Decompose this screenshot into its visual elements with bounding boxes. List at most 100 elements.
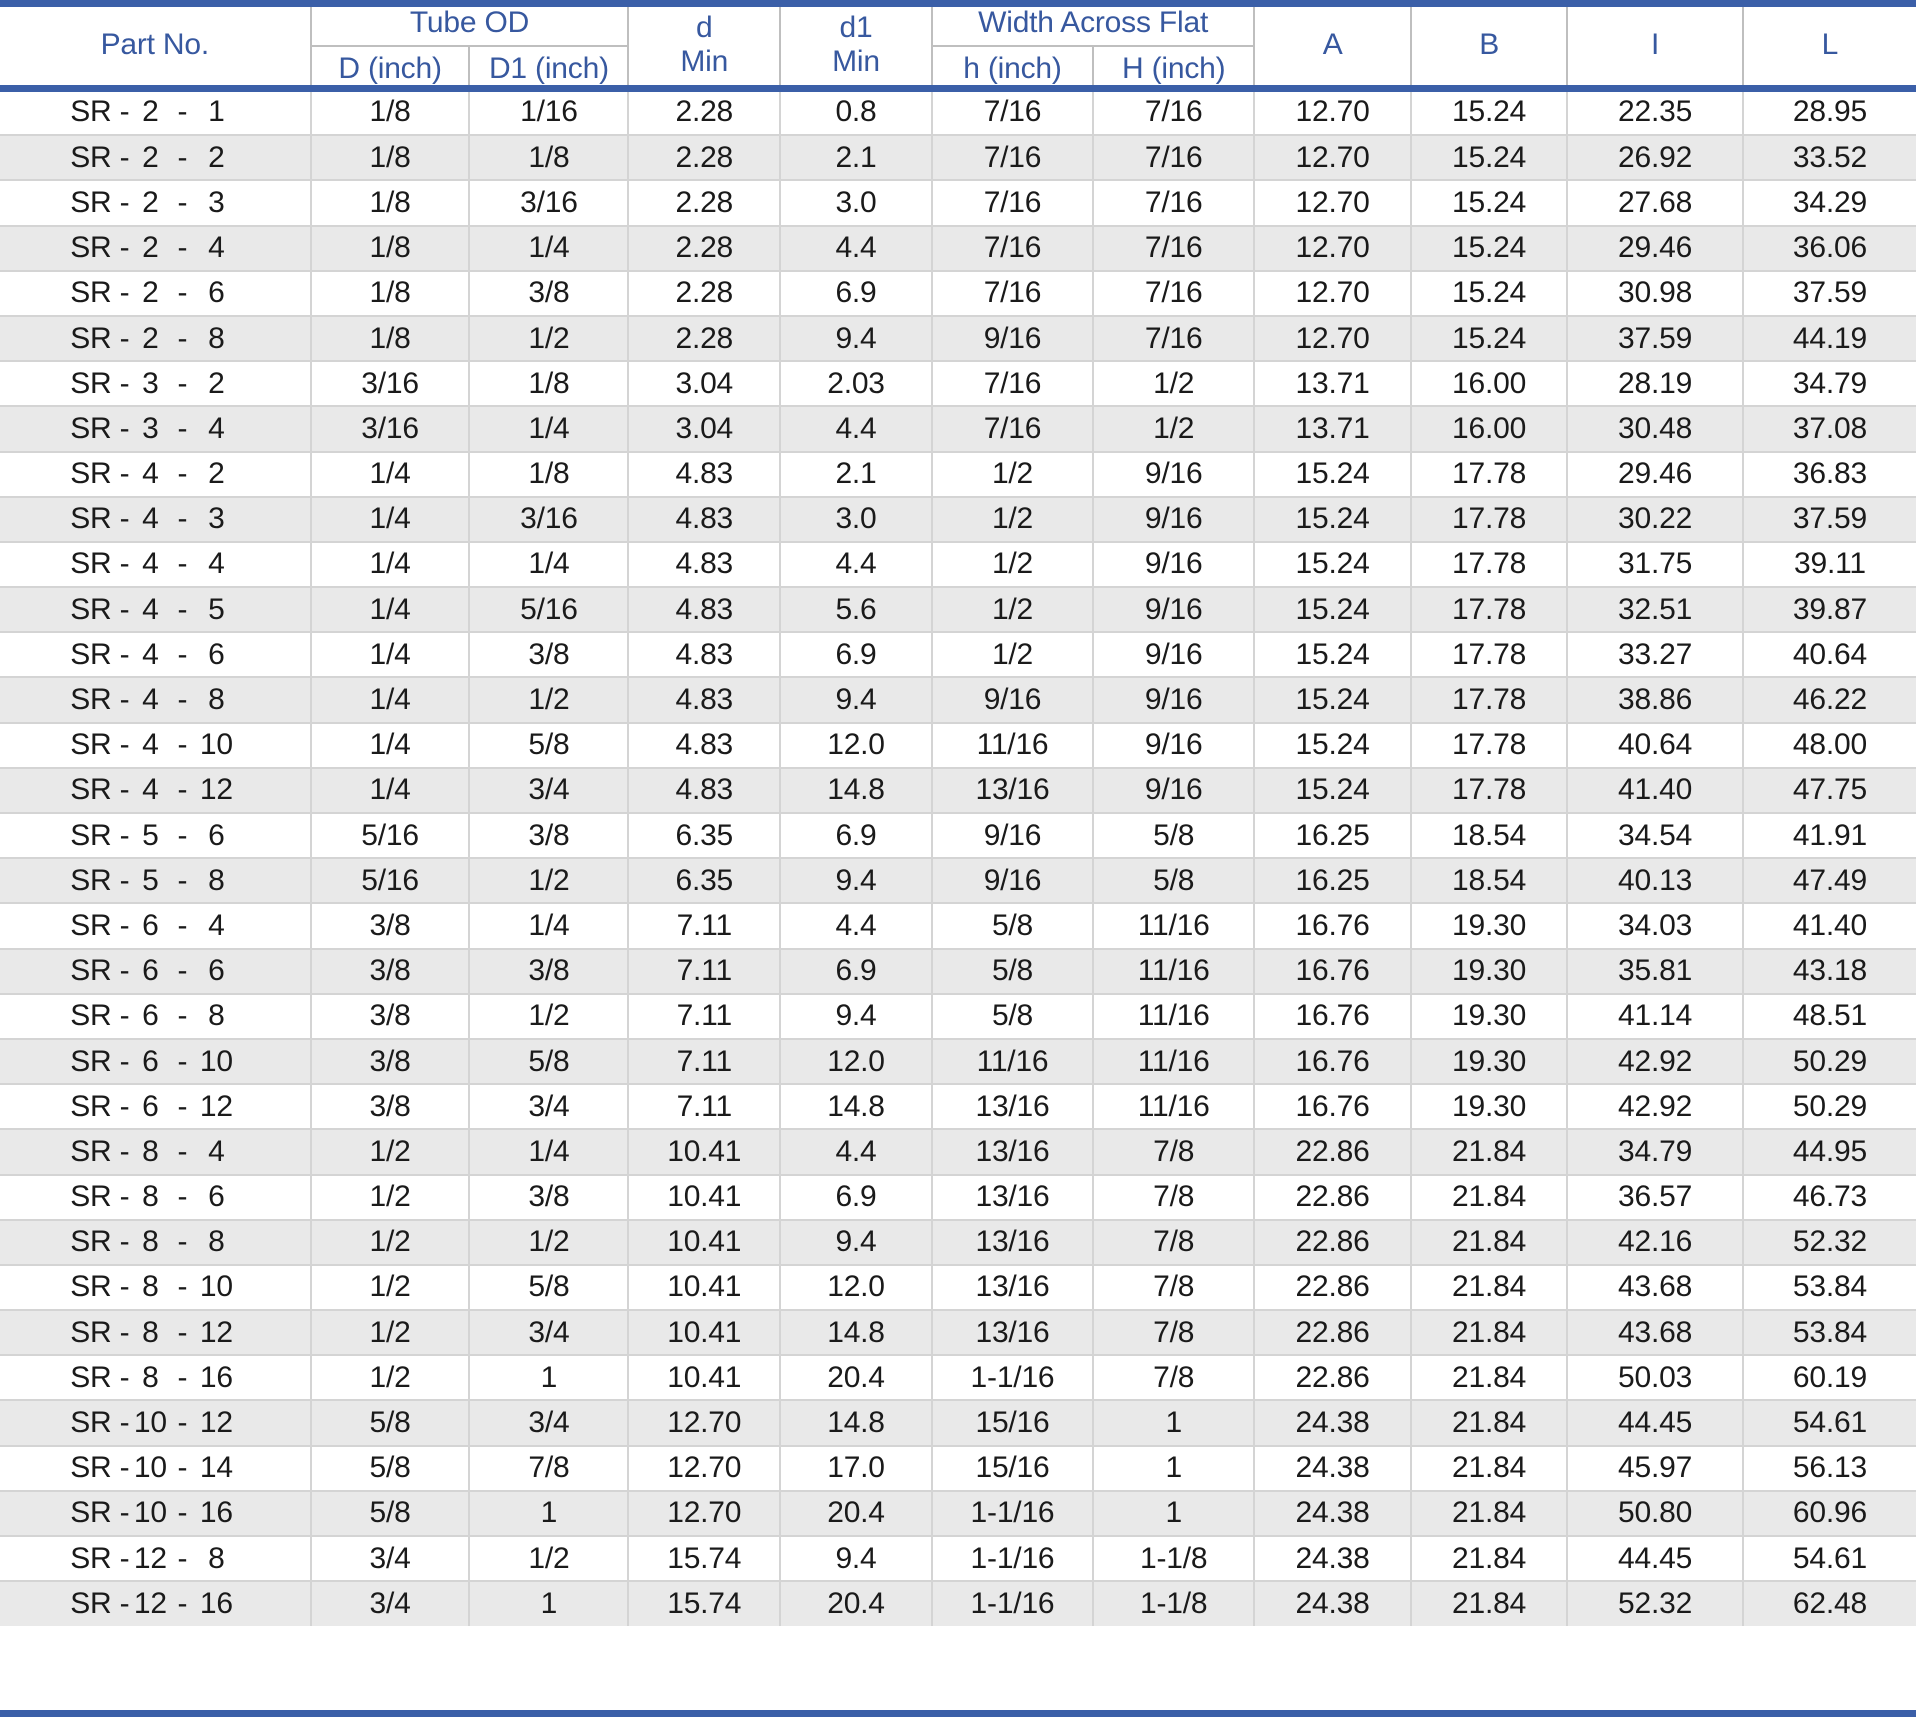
cell-tube-od-d: 3/8	[309, 1083, 470, 1130]
cell-b: 21.84	[1409, 1580, 1568, 1627]
cell-b: 21.84	[1409, 1489, 1568, 1536]
cell-d1-min: 3.0	[779, 495, 932, 542]
table-body: SR -2-1 1/8 1/16 2.28 0.8 7/16 7/16 12.70 15.24 2…	[0, 90, 1916, 1627]
cell-part-no: SR -10-12	[0, 1399, 311, 1446]
table-row: SR -10-14 5/8 7/8 12.70 17.0 15/16 1 24.38 21.84…	[0, 1444, 1916, 1491]
cell-d1-min: 12.0	[779, 1037, 932, 1085]
cell-part-no: SR -6-12	[0, 1083, 311, 1130]
table-row: SR -8-16 1/2 1 10.41 20.4 1-1/16 7/8 22.86 21.84…	[0, 1354, 1916, 1401]
cell-waf-h-lower: 1/2	[930, 631, 1094, 678]
cell-tube-od-d: 3/4	[309, 1580, 470, 1627]
cell-tube-od-d1: 7/8	[468, 1444, 629, 1491]
cell-tube-od-d1: 1/4	[468, 902, 629, 949]
cell-d-min: 10.41	[627, 1354, 781, 1401]
cell-d-min: 6.35	[627, 811, 781, 859]
cell-b: 17.78	[1409, 676, 1568, 723]
cell-a: 24.38	[1253, 1534, 1411, 1582]
cell-a: 24.38	[1253, 1399, 1411, 1446]
cell-d-min: 2.28	[627, 224, 781, 271]
cell-b: 17.78	[1409, 495, 1568, 542]
cell-a: 22.86	[1253, 1173, 1411, 1220]
header-d-label: d	[696, 11, 713, 44]
cell-part-no: SR -4-6	[0, 631, 311, 678]
cell-part-no: SR -4-10	[0, 721, 311, 768]
cell-l: 37.59	[1741, 269, 1916, 316]
cell-waf-h-upper: 9/16	[1092, 676, 1255, 723]
table-row: SR -4-2 1/4 1/8 4.83 2.1 1/2 9/16 15.24 17.78 29.…	[0, 450, 1916, 497]
cell-d1-min: 20.4	[779, 1489, 932, 1536]
cell-b: 21.84	[1409, 1444, 1568, 1491]
cell-d1-min: 14.8	[779, 1083, 932, 1130]
cell-d-min: 2.28	[627, 134, 781, 181]
cell-l: 36.06	[1741, 224, 1916, 271]
cell-waf-h-lower: 7/16	[930, 224, 1094, 271]
cell-waf-h-lower: 9/16	[930, 676, 1094, 723]
cell-a: 12.70	[1253, 224, 1411, 271]
cell-tube-od-d1: 3/8	[468, 269, 629, 316]
cell-waf-h-upper: 7/16	[1092, 90, 1255, 136]
cell-tube-od-d: 1/4	[309, 676, 470, 723]
cell-d1-min: 3.0	[779, 179, 932, 226]
cell-waf-h-lower: 1/2	[930, 540, 1094, 588]
cell-waf-h-lower: 5/8	[930, 902, 1094, 949]
cell-b: 18.54	[1409, 857, 1568, 904]
header-d1: d1 Min	[779, 0, 932, 90]
cell-waf-h-upper: 7/16	[1092, 179, 1255, 226]
table-row: SR -8-4 1/2 1/4 10.41 4.4 13/16 7/8 22.86 21.84 3…	[0, 1128, 1916, 1175]
cell-l: 47.49	[1741, 857, 1916, 904]
cell-d-min: 3.04	[627, 405, 781, 452]
cell-b: 19.30	[1409, 992, 1568, 1039]
cell-b: 15.24	[1409, 224, 1568, 271]
cell-tube-od-d1: 3/4	[468, 1399, 629, 1446]
cell-d-min: 4.83	[627, 721, 781, 768]
cell-i: 30.22	[1566, 495, 1743, 542]
cell-d-min: 10.41	[627, 1128, 781, 1175]
cell-b: 17.78	[1409, 450, 1568, 497]
table-row: SR -4-4 1/4 1/4 4.83 4.4 1/2 9/16 15.24 17.78 31.…	[0, 540, 1916, 588]
cell-d1-min: 9.4	[779, 314, 932, 362]
cell-part-no: SR -8-8	[0, 1218, 311, 1265]
cell-d-min: 12.70	[627, 1399, 781, 1446]
cell-tube-od-d: 3/8	[309, 947, 470, 994]
table-row: SR -2-2 1/8 1/8 2.28 2.1 7/16 7/16 12.70 15.24 26…	[0, 134, 1916, 181]
table-row: SR -3-2 3/16 1/8 3.04 2.03 7/16 1/2 13.71 16.00 2…	[0, 360, 1916, 407]
cell-tube-od-d1: 1/2	[468, 314, 629, 362]
cell-waf-h-lower: 11/16	[930, 1037, 1094, 1085]
header-b: B	[1409, 0, 1568, 90]
cell-waf-h-upper: 7/8	[1092, 1309, 1255, 1356]
cell-b: 15.24	[1409, 314, 1568, 362]
cell-waf-h-lower: 13/16	[930, 766, 1094, 813]
cell-waf-h-upper: 1	[1092, 1489, 1255, 1536]
cell-a: 22.86	[1253, 1128, 1411, 1175]
cell-part-no: SR -3-4	[0, 405, 311, 452]
cell-d1-min: 4.4	[779, 902, 932, 949]
cell-l: 34.79	[1741, 360, 1916, 407]
cell-part-no: SR -2-3	[0, 179, 311, 226]
cell-waf-h-upper: 11/16	[1092, 1083, 1255, 1130]
cell-a: 16.25	[1253, 857, 1411, 904]
table-row: SR -4-12 1/4 3/4 4.83 14.8 13/16 9/16 15.24 17.7…	[0, 766, 1916, 813]
header-separator-rule	[0, 85, 1916, 92]
cell-tube-od-d1: 1/2	[468, 1534, 629, 1582]
cell-d-min: 7.11	[627, 1083, 781, 1130]
table-row: SR -2-4 1/8 1/4 2.28 4.4 7/16 7/16 12.70 15.24 29…	[0, 224, 1916, 271]
cell-b: 21.84	[1409, 1309, 1568, 1356]
cell-tube-od-d1: 1	[468, 1489, 629, 1536]
cell-waf-h-lower: 7/16	[930, 269, 1094, 316]
cell-waf-h-upper: 7/16	[1092, 314, 1255, 362]
header-d1-label: d1	[839, 11, 873, 44]
cell-l: 50.29	[1741, 1037, 1916, 1085]
cell-b: 18.54	[1409, 811, 1568, 859]
cell-l: 46.22	[1741, 676, 1916, 723]
cell-b: 21.84	[1409, 1354, 1568, 1401]
table-row: SR -12-8 3/4 1/2 15.74 9.4 1-1/16 1-1/8 24.38 21…	[0, 1534, 1916, 1582]
cell-a: 15.24	[1253, 721, 1411, 768]
cell-tube-od-d: 1/4	[309, 721, 470, 768]
cell-l: 28.95	[1741, 90, 1916, 136]
cell-l: 41.91	[1741, 811, 1916, 859]
cell-i: 43.68	[1566, 1309, 1743, 1356]
cell-b: 15.24	[1409, 179, 1568, 226]
cell-waf-h-lower: 7/16	[930, 405, 1094, 452]
cell-i: 30.48	[1566, 405, 1743, 452]
cell-d-min: 4.83	[627, 495, 781, 542]
